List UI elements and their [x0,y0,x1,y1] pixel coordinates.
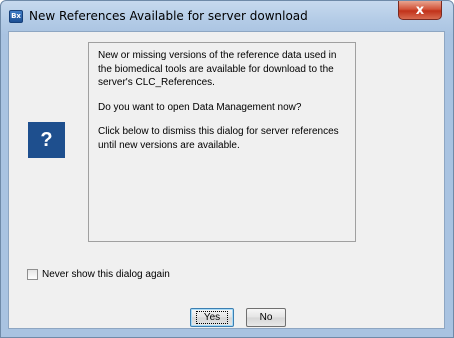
close-button[interactable]: x [398,1,442,20]
app-icon: Bx [9,10,23,23]
no-button[interactable]: No [246,308,286,327]
message-paragraph: Do you want to open Data Management now? [98,101,302,113]
dialog-window: Bx New References Available for server d… [0,0,454,338]
message-paragraph: New or missing versions of the reference… [98,50,337,88]
question-icon: ? [28,122,65,158]
never-show-option[interactable]: Never show this dialog again [27,268,170,281]
message-paragraph: Click below to dismiss this dialog for s… [98,126,339,151]
never-show-label[interactable]: Never show this dialog again [42,269,170,280]
window-title: New References Available for server down… [29,9,308,23]
message-panel: New or missing versions of the reference… [88,42,356,242]
dialog-body: ? New or missing versions of the referen… [8,31,445,329]
message-text: New or missing versions of the reference… [98,49,350,163]
title-bar[interactable]: Bx New References Available for server d… [1,1,453,31]
yes-button-label: Yes [195,311,229,324]
close-icon: x [415,2,425,18]
never-show-checkbox[interactable] [27,269,38,280]
yes-button[interactable]: Yes [190,308,234,327]
